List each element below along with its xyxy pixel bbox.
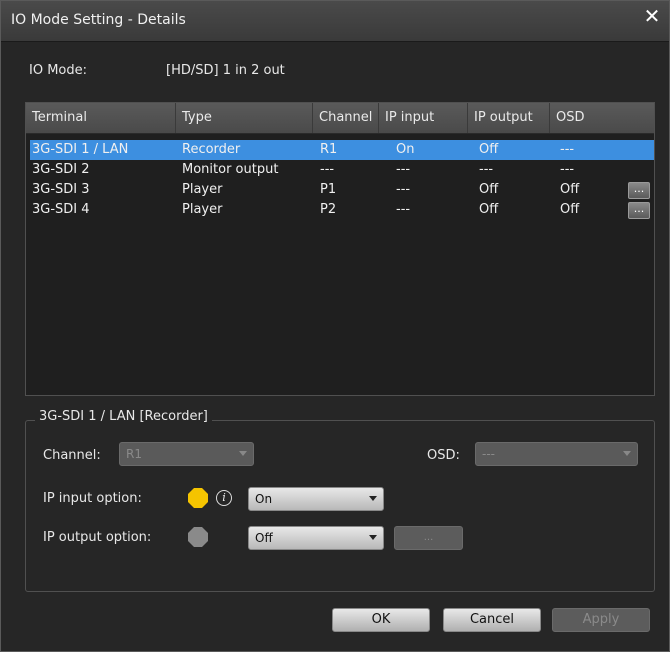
column-header-type[interactable]: Type — [176, 103, 313, 133]
osd-select-value: --- — [482, 447, 495, 461]
close-icon[interactable]: ✕ — [641, 5, 663, 27]
osd-select[interactable]: --- — [475, 442, 638, 466]
cell-ip-output: --- — [479, 162, 494, 177]
io-mode-value: [HD/SD] 1 in 2 out — [166, 63, 285, 78]
osd-settings-button[interactable]: ... — [628, 182, 650, 199]
ip-input-option-value: On — [255, 492, 273, 506]
cell-ip-output: Off — [479, 142, 499, 157]
cell-osd: --- — [560, 162, 575, 177]
ip-output-settings-button[interactable]: ... — [394, 526, 463, 550]
ip-output-option-label: IP output option: — [43, 530, 152, 545]
cell-terminal: 3G-SDI 4 — [32, 202, 90, 217]
table-row[interactable]: 3G-SDI 2 Monitor output --- --- --- --- — [30, 160, 654, 180]
table-row[interactable]: 3G-SDI 3 Player P1 --- Off Off... — [30, 180, 654, 200]
column-header-ip-output[interactable]: IP output — [468, 103, 550, 133]
io-mode-dialog: IO Mode Setting - Details ✕ IO Mode: [HD… — [0, 0, 670, 652]
column-header-ip-input[interactable]: IP input — [379, 103, 468, 133]
ip-input-option-select[interactable]: On — [248, 487, 384, 511]
cell-osd: Off — [560, 182, 580, 197]
title-bar: IO Mode Setting - Details ✕ — [1, 1, 669, 42]
cell-ip-input: --- — [396, 182, 411, 197]
cell-channel: P2 — [320, 202, 337, 217]
cell-ip-input: --- — [396, 202, 411, 217]
info-icon[interactable]: i — [216, 490, 232, 506]
cell-terminal: 3G-SDI 3 — [32, 182, 90, 197]
cell-ip-input: --- — [396, 162, 411, 177]
table-row[interactable]: 3G-SDI 4 Player P2 --- Off Off... — [30, 200, 654, 220]
ok-button[interactable]: OK — [332, 608, 430, 632]
cell-channel: R1 — [320, 142, 338, 157]
ip-input-status-indicator-icon — [188, 488, 208, 508]
apply-button[interactable]: Apply — [552, 608, 650, 632]
channel-select-value: R1 — [126, 447, 142, 461]
table-header: Terminal Type Channel IP input IP output… — [26, 103, 654, 134]
osd-label: OSD: — [427, 448, 460, 463]
terminal-table: Terminal Type Channel IP input IP output… — [25, 102, 655, 396]
io-mode-label: IO Mode: — [29, 63, 87, 78]
cell-type: Player — [182, 202, 223, 217]
cell-type: Monitor output — [182, 162, 279, 177]
ip-output-option-value: Off — [255, 531, 273, 545]
cell-ip-output: Off — [479, 202, 499, 217]
ip-output-status-indicator-icon — [188, 527, 208, 547]
cell-terminal: 3G-SDI 2 — [32, 162, 90, 177]
channel-label: Channel: — [43, 448, 101, 463]
cell-terminal: 3G-SDI 1 / LAN — [32, 142, 129, 157]
cell-channel: P1 — [320, 182, 337, 197]
chevron-down-icon — [369, 496, 377, 501]
cell-type: Recorder — [182, 142, 241, 157]
column-header-osd[interactable]: OSD — [550, 103, 654, 133]
details-group-title: 3G-SDI 1 / LAN [Recorder] — [35, 409, 212, 424]
table-row[interactable]: 3G-SDI 1 / LAN Recorder R1 On Off --- — [30, 140, 654, 160]
cell-type: Player — [182, 182, 223, 197]
cell-osd: Off — [560, 202, 580, 217]
ip-input-option-label: IP input option: — [43, 491, 142, 506]
cell-channel: --- — [320, 162, 335, 177]
cell-osd: --- — [560, 142, 575, 157]
osd-settings-button[interactable]: ... — [628, 202, 650, 219]
cancel-button[interactable]: Cancel — [443, 608, 541, 632]
cell-ip-output: Off — [479, 182, 499, 197]
column-header-channel[interactable]: Channel — [313, 103, 379, 133]
chevron-down-icon — [623, 451, 631, 456]
dialog-title: IO Mode Setting - Details — [11, 12, 186, 28]
column-header-terminal[interactable]: Terminal — [26, 103, 176, 133]
chevron-down-icon — [239, 451, 247, 456]
ip-output-option-select[interactable]: Off — [248, 526, 384, 550]
cell-ip-input: On — [396, 142, 415, 157]
channel-select[interactable]: R1 — [119, 442, 254, 466]
chevron-down-icon — [369, 535, 377, 540]
